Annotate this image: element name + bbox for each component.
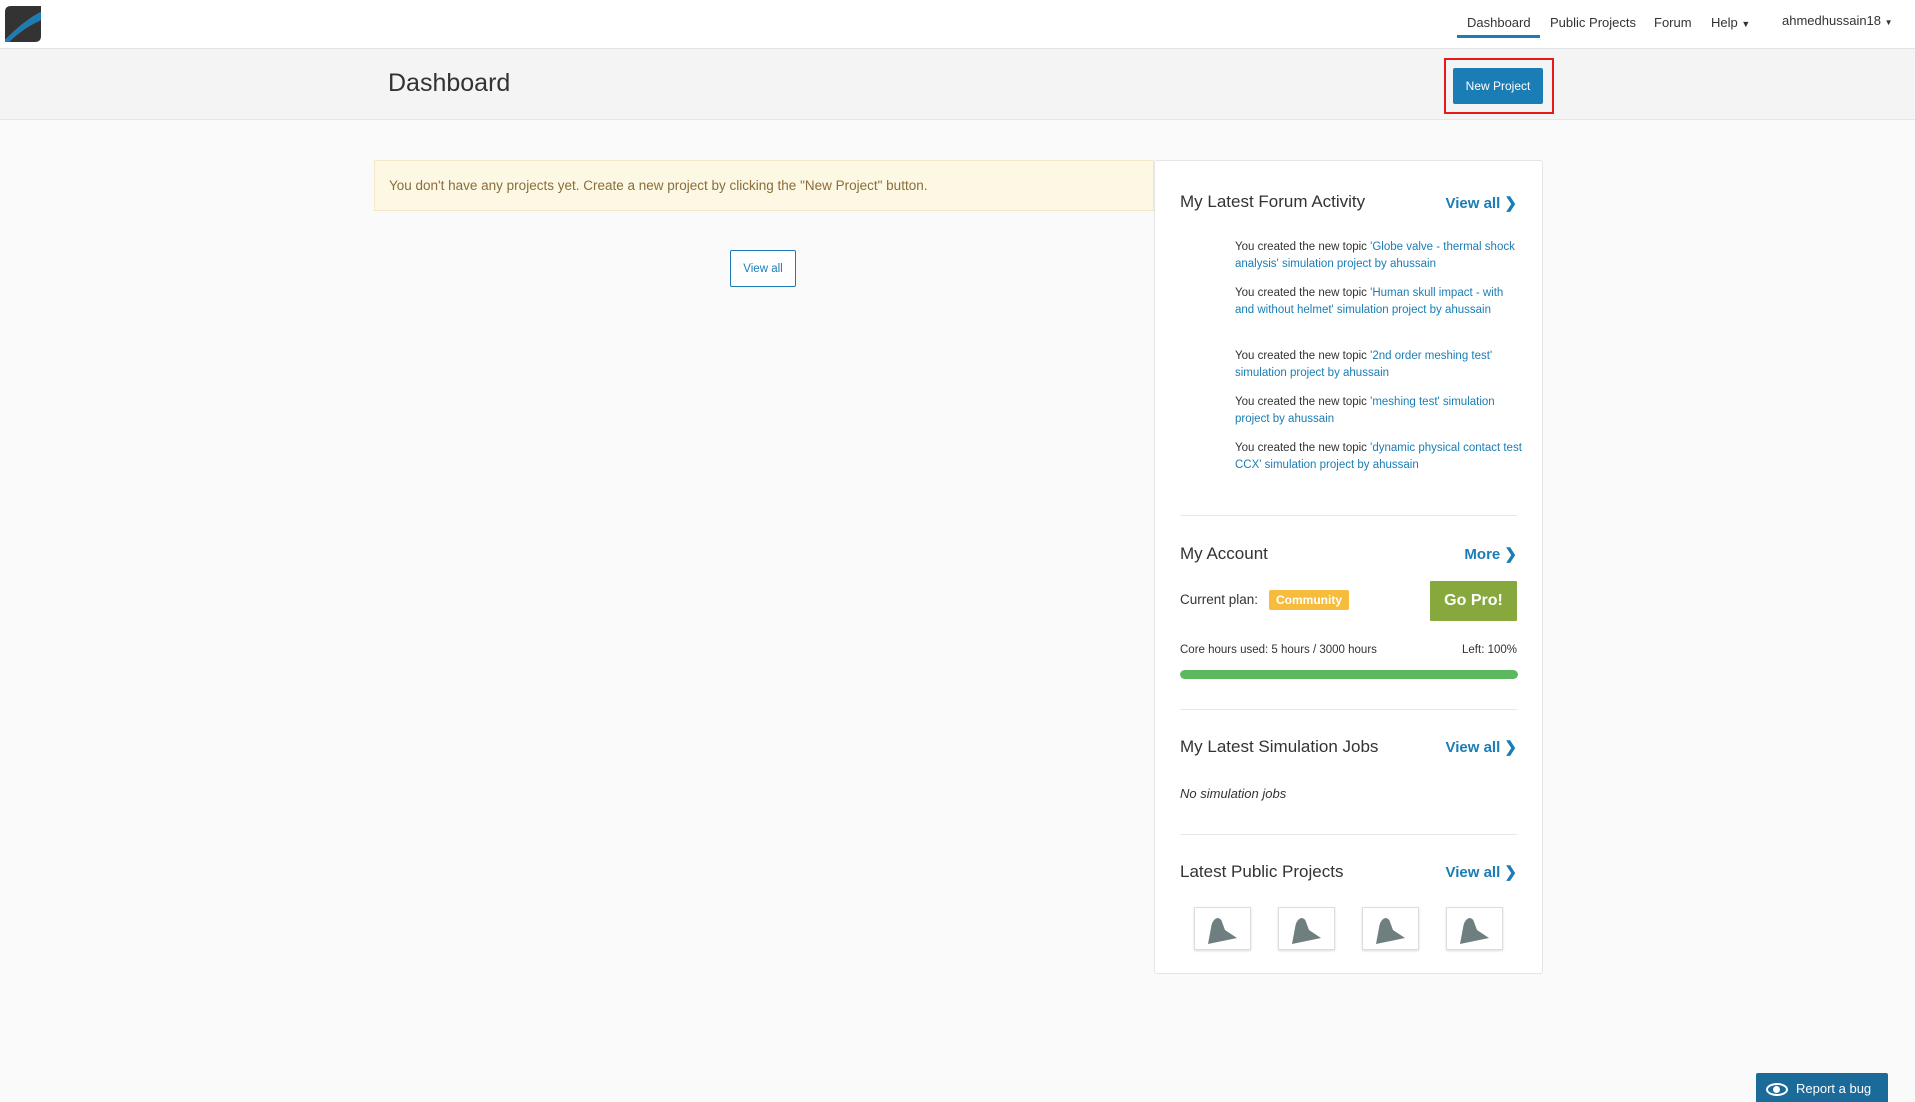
top-navbar: Dashboard Public Projects Forum Help ▼ a… <box>0 0 1915 49</box>
report-bug-button[interactable]: Report a bug <box>1756 1073 1888 1102</box>
user-menu[interactable]: ahmedhussain18 ▼ <box>1782 13 1893 28</box>
help-label: Help <box>1711 15 1738 30</box>
divider <box>1180 834 1517 835</box>
chevron-down-icon: ▼ <box>1741 19 1751 29</box>
no-projects-alert: You don't have any projects yet. Create … <box>374 160 1154 211</box>
new-project-button[interactable]: New Project <box>1453 68 1543 104</box>
item-prefix: You created the new topic <box>1235 287 1371 299</box>
sidebar-panel: My Latest Forum Activity View all ❯ You … <box>1154 160 1543 974</box>
nav-help[interactable]: Help ▼ <box>1711 15 1750 30</box>
forum-item: You created the new topic 'meshing test'… <box>1235 394 1525 428</box>
view-all-label: View all <box>1445 195 1501 212</box>
divider <box>1180 515 1517 516</box>
public-project-thumbnail[interactable] <box>1194 907 1251 950</box>
nav-dashboard[interactable]: Dashboard <box>1467 15 1531 30</box>
go-pro-button[interactable]: Go Pro! <box>1430 581 1517 621</box>
chevron-right-icon: ❯ <box>1504 546 1517 563</box>
forum-item: You created the new topic 'Human skull i… <box>1235 285 1525 319</box>
project-model-icon <box>1460 918 1489 944</box>
item-prefix: You created the new topic <box>1235 350 1371 362</box>
caret-down-icon: ▼ <box>1884 18 1893 27</box>
username: ahmedhussain18 <box>1782 13 1882 28</box>
item-prefix: You created the new topic <box>1235 442 1371 454</box>
account-more-link[interactable]: More ❯ <box>1464 545 1517 563</box>
public-project-thumbnail[interactable] <box>1446 907 1503 950</box>
forum-item: You created the new topic 'Globe valve -… <box>1235 239 1525 273</box>
progress-fill <box>1180 670 1518 679</box>
logo-icon[interactable] <box>5 6 41 42</box>
core-hours-text: Core hours used: 5 hours / 3000 hours <box>1180 644 1377 656</box>
plan-label: Current plan: <box>1180 592 1259 607</box>
account-title: My Account <box>1180 544 1268 563</box>
jobs-title: My Latest Simulation Jobs <box>1180 737 1379 756</box>
item-prefix: You created the new topic <box>1235 241 1371 253</box>
forum-item: You created the new topic '2nd order mes… <box>1235 348 1525 382</box>
nav-public-projects[interactable]: Public Projects <box>1550 15 1636 30</box>
chevron-right-icon: ❯ <box>1504 739 1517 756</box>
nav-forum[interactable]: Forum <box>1654 15 1692 30</box>
view-all-label: View all <box>1445 864 1501 881</box>
page-title: Dashboard <box>388 69 511 97</box>
more-label: More <box>1464 546 1501 563</box>
eye-icon <box>1766 1083 1788 1097</box>
project-model-icon <box>1208 918 1237 944</box>
public-projects-title: Latest Public Projects <box>1180 862 1344 881</box>
jobs-view-all-link[interactable]: View all ❯ <box>1445 738 1517 756</box>
projects-view-all-button[interactable]: View all <box>730 250 796 287</box>
project-model-icon <box>1376 918 1405 944</box>
chevron-right-icon: ❯ <box>1504 864 1517 881</box>
core-hours-progress <box>1180 670 1518 679</box>
chevron-right-icon: ❯ <box>1504 195 1517 212</box>
forum-item: You created the new topic 'dynamic physi… <box>1235 440 1525 474</box>
forum-view-all-link[interactable]: View all ❯ <box>1445 194 1517 212</box>
no-jobs-text: No simulation jobs <box>1180 786 1287 801</box>
forum-title: My Latest Forum Activity <box>1180 192 1366 211</box>
project-model-icon <box>1292 918 1321 944</box>
divider <box>1180 709 1517 710</box>
item-prefix: You created the new topic <box>1235 396 1371 408</box>
active-tab-indicator <box>1457 35 1540 38</box>
public-view-all-link[interactable]: View all ❯ <box>1445 863 1517 881</box>
report-bug-label: Report a bug <box>1796 1081 1872 1096</box>
public-project-thumbnail[interactable] <box>1362 907 1419 950</box>
hours-left-text: Left: 100% <box>1462 644 1517 656</box>
plan-badge: Community <box>1269 590 1349 610</box>
view-all-label: View all <box>1445 739 1501 756</box>
public-project-thumbnail[interactable] <box>1278 907 1335 950</box>
page-header: Dashboard New Project <box>0 49 1915 120</box>
